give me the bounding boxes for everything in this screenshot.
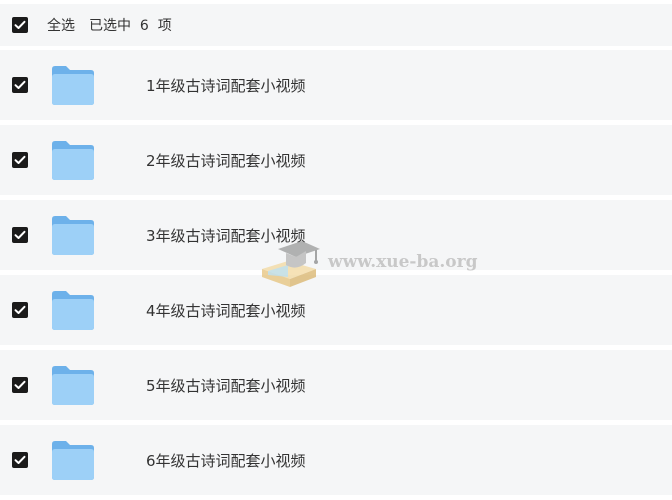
row-checkbox[interactable] [12, 152, 28, 168]
select-all-label[interactable]: 全选 [47, 15, 75, 35]
file-name[interactable]: 1年级古诗词配套小视频 [146, 75, 306, 96]
file-row[interactable]: 2年级古诗词配套小视频 [0, 125, 672, 195]
select-all-checkbox[interactable] [12, 17, 28, 33]
checkmark-icon [14, 230, 26, 239]
checkmark-icon [14, 305, 26, 314]
graduation-cap-book-icon [262, 241, 320, 287]
watermark: www.xue-ba.org [258, 232, 484, 292]
folder-icon [52, 366, 94, 405]
checkmark-icon [14, 20, 26, 29]
folder-icon [52, 216, 94, 255]
file-row[interactable]: 1年级古诗词配套小视频 [0, 50, 672, 120]
file-row[interactable]: 5年级古诗词配套小视频 [0, 350, 672, 420]
file-row[interactable]: 6年级古诗词配套小视频 [0, 425, 672, 495]
checkmark-icon [14, 455, 26, 464]
checkmark-icon [14, 80, 26, 89]
folder-icon [52, 141, 94, 180]
row-checkbox[interactable] [12, 302, 28, 318]
file-name[interactable]: 4年级古诗词配套小视频 [146, 300, 306, 321]
checkmark-icon [14, 155, 26, 164]
row-checkbox[interactable] [12, 77, 28, 93]
checkmark-icon [14, 380, 26, 389]
selected-count-text: 已选中 6 项 [89, 18, 172, 34]
file-name[interactable]: 6年级古诗词配套小视频 [146, 450, 306, 471]
file-name[interactable]: 2年级古诗词配套小视频 [146, 150, 306, 171]
selection-header: 全选 已选中 6 项 [0, 4, 672, 46]
watermark-text: www.xue-ba.org [328, 252, 478, 272]
folder-icon [52, 441, 94, 480]
file-name[interactable]: 5年级古诗词配套小视频 [146, 375, 306, 396]
folder-icon [52, 66, 94, 105]
row-checkbox[interactable] [12, 227, 28, 243]
row-checkbox[interactable] [12, 452, 28, 468]
row-checkbox[interactable] [12, 377, 28, 393]
folder-icon [52, 291, 94, 330]
